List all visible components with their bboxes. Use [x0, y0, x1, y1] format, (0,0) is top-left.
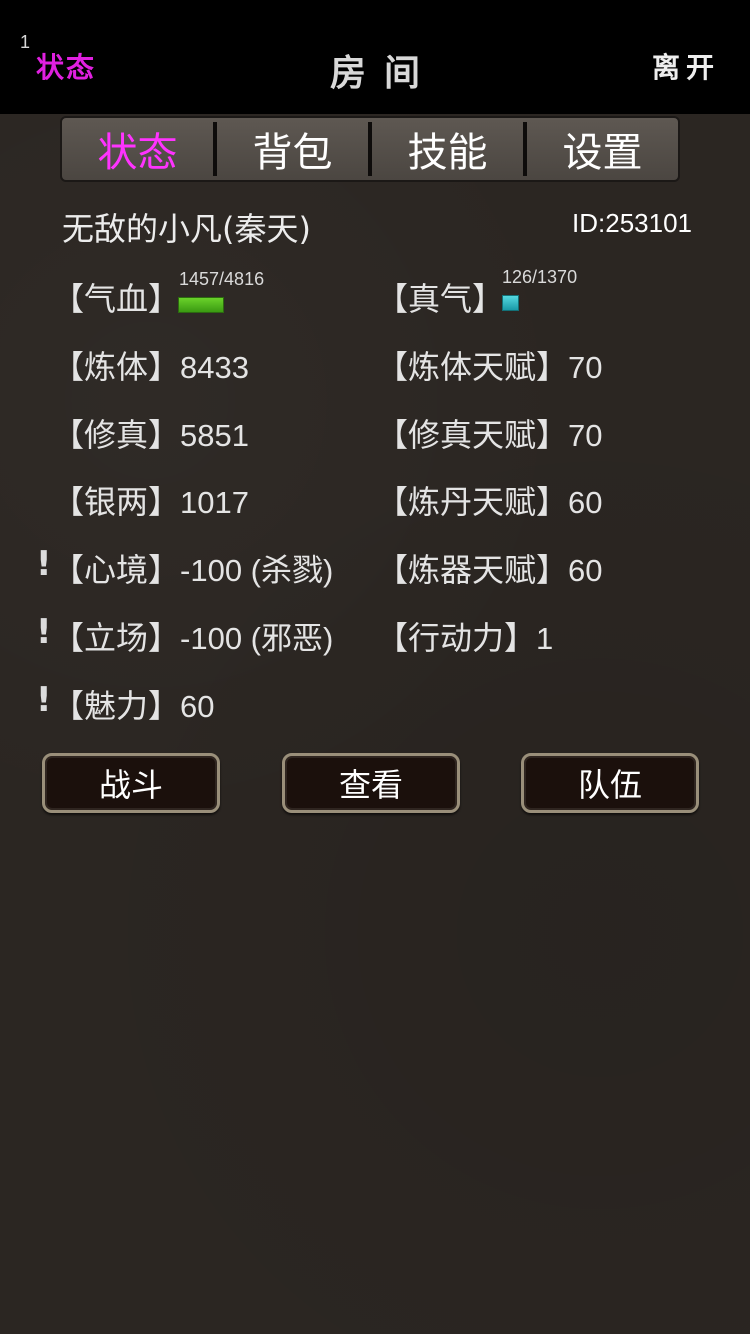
- stat-label: 【修真】: [52, 416, 181, 454]
- stat-value: 70: [568, 350, 603, 385]
- team-button[interactable]: 队伍: [521, 753, 699, 813]
- stat-label: 【心境】: [52, 551, 181, 589]
- stat-label: 【立场】: [52, 619, 181, 657]
- stat-label: 【银两】: [52, 483, 181, 521]
- mp-value: 126/1370: [502, 267, 578, 287]
- fight-button[interactable]: 战斗: [42, 753, 220, 813]
- tab-bar: 状态 背包 技能 设置: [60, 116, 680, 182]
- hp-stat: 【气血】: [52, 274, 180, 320]
- stat-alchemy-talent: 【炼丹天赋】60: [376, 477, 603, 523]
- tab-status[interactable]: 状态: [62, 118, 213, 180]
- stat-label: 【炼器天赋】: [376, 551, 569, 589]
- stat-label: 【行动力】: [376, 619, 537, 657]
- mp-label: 【真气】: [376, 280, 505, 318]
- stat-action-points: 【行动力】1: [376, 613, 553, 659]
- stat-label: 【魅力】: [52, 687, 181, 725]
- stat-alignment: 【立场】-100 (邪恶): [52, 613, 333, 659]
- stat-value: 60: [568, 485, 603, 520]
- stat-body-refining: 【炼体】8433: [52, 342, 249, 388]
- stat-label: 【炼体】: [52, 348, 181, 386]
- stat-value: 1017: [180, 485, 249, 520]
- tab-skills[interactable]: 技能: [372, 118, 523, 180]
- stat-value: -100 (杀戮): [180, 553, 334, 588]
- stat-forging-talent: 【炼器天赋】60: [376, 545, 603, 591]
- game-screen: 1 状态 房间 离开 状态 背包 技能 设置 无敌的小凡(秦天) ID:2531…: [0, 0, 750, 1334]
- stat-value: 5851: [180, 418, 249, 453]
- stat-cultivation-talent: 【修真天赋】70: [376, 410, 603, 456]
- mp-stat: 【真气】: [376, 274, 504, 320]
- warning-mark: !: [36, 612, 52, 652]
- stat-body-talent: 【炼体天赋】70: [376, 342, 603, 388]
- stat-value: 8433: [180, 350, 249, 385]
- hp-value: 1457/4816: [179, 269, 265, 289]
- stat-silver: 【银两】1017: [52, 477, 249, 523]
- hp-bar: [178, 297, 224, 313]
- stat-label: 【炼体天赋】: [376, 348, 569, 386]
- stat-value: 60: [568, 553, 603, 588]
- player-id: ID:253101: [572, 208, 692, 238]
- tab-backpack[interactable]: 背包: [217, 118, 368, 180]
- stat-value: -100 (邪恶): [180, 621, 334, 656]
- stat-value: 70: [568, 418, 603, 453]
- stat-cultivation: 【修真】5851: [52, 410, 249, 456]
- stat-label: 【修真天赋】: [376, 416, 569, 454]
- warning-mark: !: [36, 680, 52, 720]
- inspect-button[interactable]: 查看: [282, 753, 460, 813]
- player-name: 无敌的小凡(秦天): [62, 210, 311, 248]
- tab-settings[interactable]: 设置: [527, 118, 678, 180]
- stat-value: 1: [536, 621, 554, 656]
- page-title: 房间: [329, 52, 438, 94]
- mp-bar: [502, 295, 519, 311]
- stat-value: 60: [180, 689, 215, 724]
- stat-charm: 【魅力】60: [52, 681, 215, 727]
- top-bar: 1 状态 房间 离开: [0, 0, 750, 114]
- stat-label: 【炼丹天赋】: [376, 483, 569, 521]
- leave-button[interactable]: 离开: [652, 46, 720, 86]
- stat-mindset: 【心境】-100 (杀戮): [52, 545, 333, 591]
- warning-mark: !: [36, 544, 52, 584]
- hp-label: 【气血】: [52, 280, 181, 318]
